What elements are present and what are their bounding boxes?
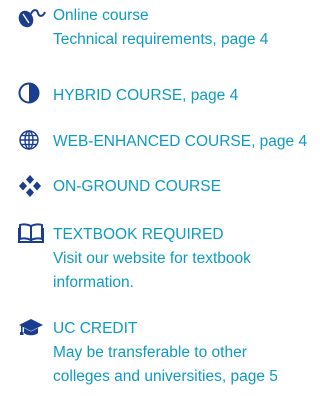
graduation-cap-icon [18,318,44,340]
legend-text-line: information. [53,274,134,291]
legend-text-line: Online course [53,7,149,24]
four-diamonds-icon [18,175,44,197]
half-circle-icon [18,82,44,104]
legend-text-line: Visit our website for textbook [53,250,251,267]
legend-text-line: ON-GROUND COURSE [53,178,221,195]
legend-text-line: WEB-ENHANCED COURSE, page 4 [53,133,308,150]
legend-text-line: HYBRID COURSE, page 4 [53,87,239,104]
course-legend: Online course Technical requirements, pa… [0,0,308,396]
legend-text-line: May be transferable to other [53,344,247,361]
legend-text-line: UC CREDIT [53,320,138,337]
globe-icon [18,129,44,151]
legend-text-line: colleges and universities, page 5 [53,368,278,385]
legend-text-line: Technical requirements, page 4 [53,31,269,48]
mouse-icon [18,8,46,30]
legend-text-line: TEXTBOOK REQUIRED [53,226,224,243]
open-book-icon [18,223,44,245]
